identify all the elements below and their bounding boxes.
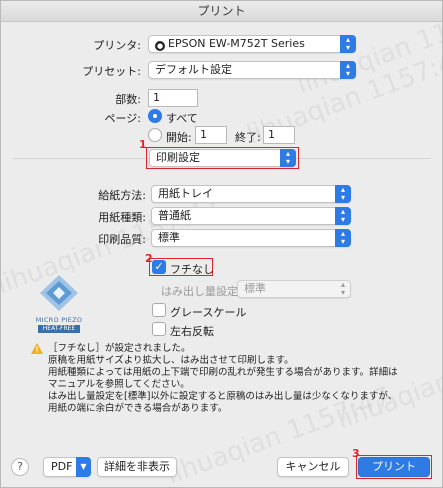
pages-from-field[interactable]: 1 — [195, 126, 227, 144]
copies-field[interactable]: 1 — [148, 89, 198, 107]
printer-status-icon: ● — [155, 41, 165, 51]
popup-arrows-icon: ▴ ▾ — [280, 149, 296, 167]
mirror-checkbox[interactable] — [152, 322, 166, 336]
expansion-label: はみ出し量設定: — [161, 285, 242, 298]
preset-value: デフォルト設定 — [155, 63, 232, 76]
note-line-2: 原稿を用紙サイズより拡大し、はみ出させて印刷します。 — [48, 355, 294, 366]
watermark: lihuaqian 1157:47 — [332, 327, 443, 436]
micro-piezo-diamond-icon — [40, 275, 78, 311]
media-type-popup[interactable]: 普通紙 ▴ ▾ — [151, 207, 351, 225]
micro-piezo-logo: MICRO PIEZO HEAT-FREE — [34, 273, 84, 333]
grayscale-label: グレースケール — [170, 306, 247, 319]
quality-label: 印刷品質: — [98, 233, 146, 246]
quality-value: 標準 — [158, 231, 180, 244]
popup-arrows-icon: ▴ ▾ — [335, 229, 351, 247]
popup-arrows-icon: ▴ ▾ — [340, 280, 345, 297]
quality-popup[interactable]: 標準 ▴ ▾ — [151, 229, 351, 247]
logo-line-2: HEAT-FREE — [38, 325, 80, 333]
chevron-down-icon: ▼ — [76, 457, 91, 477]
popup-arrows-icon: ▴ ▾ — [335, 185, 351, 203]
popup-arrows-icon: ▴ ▾ — [340, 35, 356, 53]
expansion-value: 標準 — [244, 282, 266, 295]
borderless-checkbox[interactable]: ✓ — [152, 260, 166, 274]
cancel-button[interactable]: キャンセル — [277, 457, 349, 477]
paper-source-label: 給紙方法: — [98, 189, 146, 202]
help-button[interactable]: ? — [11, 458, 29, 476]
mirror-label: 左右反転 — [170, 325, 214, 338]
section-value: 印刷設定 — [156, 151, 200, 164]
print-button[interactable]: プリント — [358, 457, 430, 477]
note-line-6: 用紙の端に余白ができる場合があります。 — [48, 403, 228, 414]
printer-label: プリンタ: — [93, 39, 141, 52]
preset-label: プリセット: — [82, 65, 141, 78]
hide-details-button[interactable]: 詳細を非表示 — [97, 457, 177, 477]
logo-line-1: MICRO PIEZO — [35, 316, 83, 324]
pages-to-field[interactable]: 1 — [263, 126, 295, 144]
popup-arrows-icon: ▴ ▾ — [340, 61, 356, 79]
media-type-label: 用紙種類: — [98, 211, 146, 224]
note-line-5: はみ出し量設定を[標準]以外に設定すると原稿のはみ出し量は少なくなりますが、 — [48, 391, 398, 402]
pages-all-label: すべて — [166, 112, 198, 125]
paper-source-popup[interactable]: 用紙トレイ ▴ ▾ — [151, 185, 351, 203]
note-line-4: マニュアルを参照してください。 — [48, 379, 190, 390]
expansion-popup[interactable]: 標準 ▴ ▾ — [237, 280, 351, 298]
pdf-label: PDF — [51, 460, 73, 473]
preset-popup[interactable]: デフォルト設定 ▴ ▾ — [148, 61, 356, 79]
pages-all-radio[interactable] — [148, 109, 162, 123]
pages-to-label: 終了: — [235, 131, 261, 144]
borderless-label: フチなし — [170, 263, 214, 276]
note-line-3: 用紙種類によっては用紙の上下端で印刷の乱れが発生する場合があります。詳細は — [48, 367, 398, 378]
grayscale-checkbox[interactable] — [152, 303, 166, 317]
warning-icon — [31, 343, 43, 357]
note-line-1: ［フチなし］が設定されました。 — [48, 343, 191, 354]
printer-value: EPSON EW-M752T Series — [168, 37, 305, 50]
section-popup[interactable]: 印刷設定 ▴ ▾ — [149, 149, 296, 167]
paper-source-value: 用紙トレイ — [158, 187, 213, 200]
pages-range-radio[interactable] — [148, 128, 162, 142]
pdf-menu-button[interactable]: PDF ▼ — [43, 457, 91, 477]
printer-popup[interactable]: ● EPSON EW-M752T Series ▴ ▾ — [148, 35, 356, 53]
pages-from-label: 開始: — [166, 131, 192, 144]
copies-label: 部数: — [115, 93, 141, 106]
popup-arrows-icon: ▴ ▾ — [335, 207, 351, 225]
window-title: プリント — [1, 1, 442, 22]
media-type-value: 普通紙 — [158, 209, 191, 222]
print-dialog: プリント lihuaqian 1157:47 lihuaqian 1157:47… — [0, 0, 443, 488]
pages-label: ページ: — [104, 112, 142, 125]
